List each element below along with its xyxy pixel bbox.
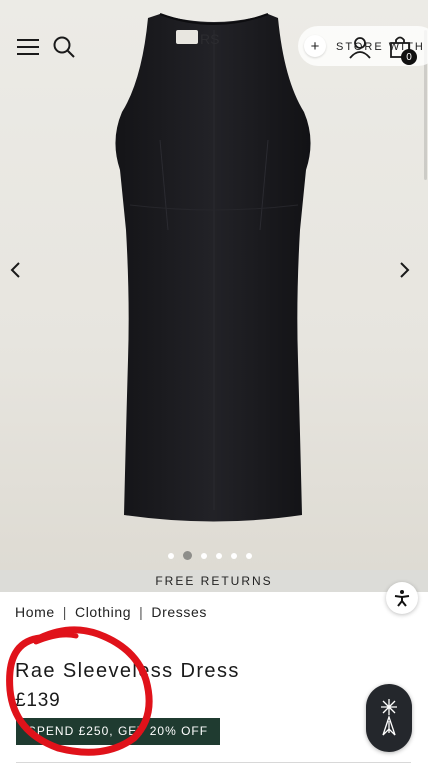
carousel-dots [168,551,252,560]
account-icon[interactable] [346,34,374,60]
product-image-carousel[interactable]: RS + STORE WITH 0 [0,0,428,570]
promo-badge[interactable]: SPEND £250, GET 20% OFF [16,718,220,745]
breadcrumb-home[interactable]: Home [15,604,55,620]
breadcrumb-clothing[interactable]: Clothing [75,604,131,620]
next-image-arrow[interactable] [393,258,415,282]
plus-icon[interactable]: + [304,35,326,57]
product-price: £139 [15,690,61,711]
carousel-dot[interactable] [168,552,174,559]
previous-image-arrow[interactable] [5,258,27,282]
divider [16,762,411,763]
carousel-dot[interactable] [216,552,222,559]
carousel-dot[interactable] [201,552,207,559]
menu-icon[interactable] [14,34,42,60]
free-returns-banner: FREE RETURNS [0,570,428,592]
product-title: Rae Sleeveless Dress [15,660,240,682]
accessibility-icon[interactable] [386,582,418,614]
breadcrumb: Home | Clothing | Dresses [15,604,207,620]
carousel-dot[interactable] [231,552,237,559]
carousel-dot[interactable] [246,552,252,559]
search-icon[interactable] [50,34,78,60]
carousel-dot-active[interactable] [183,551,192,560]
breadcrumb-separator: | [139,604,144,620]
chat-assistant-button[interactable] [366,684,412,752]
breadcrumb-dresses[interactable]: Dresses [151,604,207,620]
bag-count-badge: 0 [401,49,417,65]
header-bar: + STORE WITH 0 [0,0,428,90]
breadcrumb-separator: | [62,604,67,620]
